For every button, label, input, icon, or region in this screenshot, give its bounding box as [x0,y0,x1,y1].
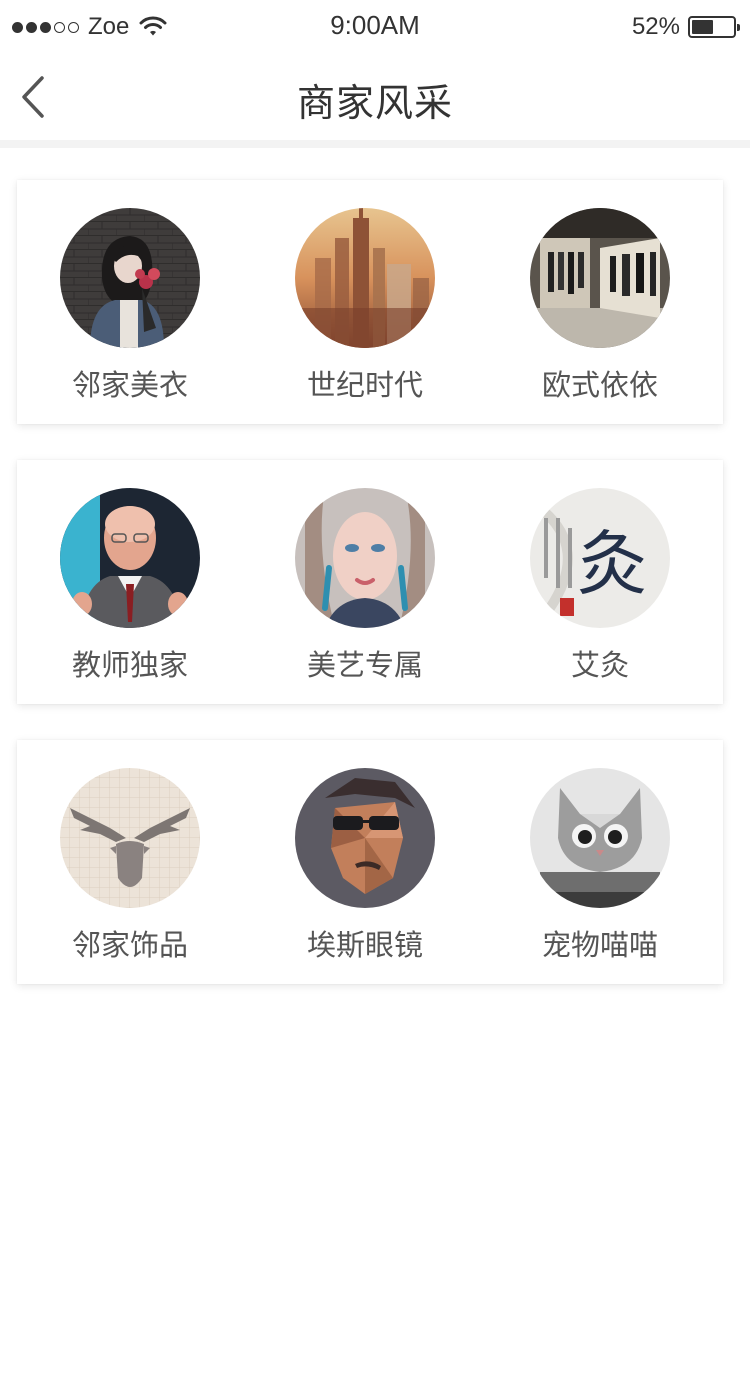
merchant-name: 埃斯眼镜 [306,928,423,962]
merchant-name: 宠物喵喵 [541,928,658,962]
merchant-name: 艾灸 [570,648,629,682]
merchant-avatar [60,488,200,628]
merchant-avatar [60,768,200,908]
merchant-name: 美艺专属 [306,648,423,682]
page-title: 商家风采 [296,81,453,125]
merchant-avatar [530,768,670,908]
merchant-name: 世纪时代 [306,368,423,402]
navigation-bar: 商家风采 [0,54,750,140]
battery-status: 52% [631,12,740,42]
merchant-avatar [530,208,670,348]
merchant-avatar [60,208,200,348]
calligraphy-text: 灸 [577,523,647,605]
merchant-avatar [295,208,435,348]
battery-icon [688,16,740,38]
merchant-avatar [295,768,435,908]
merchant-name: 邻家美衣 [71,368,188,402]
merchant-item[interactable]: 欧式依依 [487,180,722,424]
merchant-item[interactable]: 教师独家 [17,460,252,704]
merchant-name: 教师独家 [71,648,188,682]
merchant-item[interactable]: 世纪时代 [252,180,487,424]
merchant-item[interactable]: 美艺专属 [252,460,487,704]
merchant-item[interactable]: 宠物喵喵 [487,740,722,984]
merchant-card-row-3: 邻家饰品 埃斯眼镜 宠物喵喵 [17,740,723,984]
battery-level [692,20,713,34]
status-bar: Zoe 9:00AM 52% [0,0,750,54]
merchant-item[interactable]: 邻家饰品 [17,740,252,984]
merchant-card-row-1: 邻家美衣 世纪时代 欧式依依 [17,180,723,424]
merchant-item[interactable]: 邻家美衣 [17,180,252,424]
merchant-name: 邻家饰品 [71,928,188,962]
merchant-avatar: 灸 [530,488,670,628]
battery-percent: 52% [631,13,680,40]
merchant-name: 欧式依依 [541,368,658,402]
merchant-avatar [295,488,435,628]
merchant-item[interactable]: 灸 艾灸 [487,460,722,704]
merchant-item[interactable]: 埃斯眼镜 [252,740,487,984]
merchant-card-row-2: 教师独家 美艺专属 灸 艾灸 [17,460,723,704]
header-divider [0,140,750,148]
